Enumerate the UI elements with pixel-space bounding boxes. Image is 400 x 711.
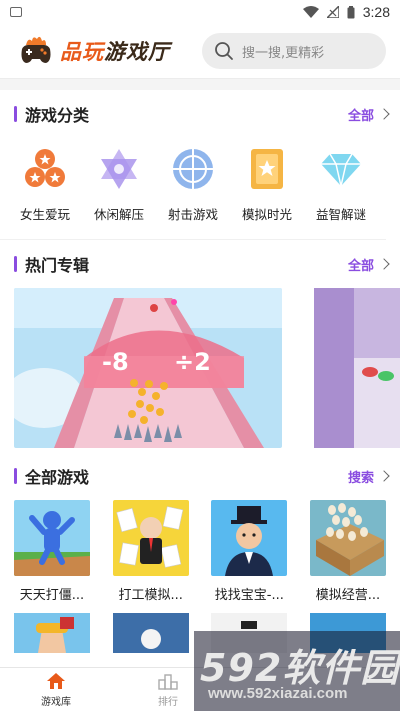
section-accent-bar [14, 468, 17, 484]
game-item[interactable]: 模拟经营... [309, 500, 386, 603]
category-item-shooting[interactable]: 射击游戏 [156, 142, 230, 239]
game-item[interactable]: 天天打僵... [14, 500, 90, 603]
search-bar[interactable]: 搜一搜,更精彩 [202, 33, 386, 69]
albums-title-text: 热门专辑 [25, 256, 90, 275]
game-item[interactable]: 打工模拟... [112, 500, 189, 603]
game-thumbnail[interactable] [112, 613, 189, 653]
games-search-link[interactable]: 搜索 [347, 467, 390, 486]
brand: 品玩游戏厅 [18, 35, 170, 67]
crosshair-icon [173, 149, 213, 189]
banner-minus-text: -8 [102, 348, 129, 376]
signal-icon [326, 6, 339, 18]
app-title: 品玩游戏厅 [60, 36, 170, 66]
categories-title-text: 游戏分类 [25, 106, 90, 125]
nav-label: 游戏库 [41, 696, 71, 708]
game-name: 模拟经营... [315, 588, 381, 603]
app-title-part-a: 品玩 [60, 40, 104, 64]
game-name: 打工模拟... [118, 588, 183, 603]
gallery-notification-icon [10, 7, 22, 17]
category-list: 女生爱玩 休闲解压 射击游戏 模拟时光 益智解谜 [0, 138, 386, 240]
status-bar: 3:28 [0, 0, 400, 24]
album-banner-next-image [314, 288, 400, 448]
category-item-simulation[interactable]: 模拟时光 [230, 142, 304, 239]
banner-divide-text: ÷2 [174, 348, 211, 376]
star-of-david-icon [101, 149, 137, 189]
album-carousel: -8 ÷2 [0, 288, 400, 448]
album-banner[interactable]: -8 ÷2 [14, 288, 282, 448]
chevron-right-icon [378, 258, 390, 270]
section-accent-bar [14, 256, 17, 272]
status-time: 3:28 [362, 4, 390, 20]
categories-all-label: 全部 [347, 108, 374, 124]
album-banner-next[interactable] [314, 288, 400, 448]
albums-all-link[interactable]: 全部 [347, 255, 390, 274]
star-card-icon [251, 149, 283, 189]
home-icon [47, 672, 65, 689]
category-label: 模拟时光 [241, 207, 292, 222]
game-thumbnail [309, 500, 386, 576]
diamond-icon [321, 153, 361, 187]
gamepad-fire-logo-icon [21, 36, 51, 63]
app-title-part-b: 游戏厅 [104, 40, 170, 64]
game-thumbnail [211, 500, 288, 576]
chevron-right-icon [378, 470, 390, 482]
ranking-podium-icon [158, 673, 178, 690]
games-search-label: 搜索 [347, 470, 374, 486]
category-label: 射击游戏 [167, 207, 218, 222]
search-icon [215, 42, 233, 60]
coins-icon [25, 149, 65, 187]
game-name: 找找宝宝-... [214, 588, 284, 603]
categories-all-link[interactable]: 全部 [347, 105, 390, 124]
category-label: 益智解谜 [315, 207, 366, 222]
categories-section-header: 游戏分类 全部 [0, 90, 400, 138]
nav-tab-game-library[interactable]: 游戏库 [0, 668, 112, 711]
albums-section-header: 热门专辑 全部 [0, 240, 400, 288]
header-divider [0, 78, 400, 90]
watermark-brand: 592软件园 [200, 646, 400, 690]
app-header: 品玩游戏厅 搜一搜,更精彩 [0, 24, 400, 78]
search-placeholder: 搜一搜,更精彩 [242, 45, 325, 61]
category-item-casual[interactable]: 休闲解压 [82, 142, 156, 239]
category-label: 女生爱玩 [19, 207, 70, 222]
chevron-right-icon [378, 108, 390, 120]
games-title: 全部游戏 [14, 464, 89, 488]
battery-icon [347, 5, 355, 18]
nav-label: 排行 [158, 696, 178, 708]
game-grid: 天天打僵... 打工模拟... 找找宝宝-... 模拟经营... [0, 500, 400, 603]
category-item-puzzle[interactable]: 益智解谜 [304, 142, 378, 239]
games-section-header: 全部游戏 搜索 [0, 452, 400, 500]
games-title-text: 全部游戏 [25, 468, 90, 487]
game-thumbnail [14, 500, 90, 576]
game-thumbnail[interactable] [14, 613, 90, 653]
status-left [10, 7, 22, 17]
watermark-url: www.592xiazai.com [208, 685, 348, 702]
wifi-icon [302, 6, 319, 18]
site-watermark: 592软件园 www.592xiazai.com [194, 631, 400, 711]
albums-title: 热门专辑 [14, 252, 89, 276]
section-accent-bar [14, 106, 17, 122]
game-thumbnail [112, 500, 189, 576]
albums-all-label: 全部 [347, 258, 374, 274]
game-name: 天天打僵... [19, 588, 85, 603]
category-item-girls[interactable]: 女生爱玩 [8, 142, 82, 239]
category-label: 休闲解压 [93, 207, 144, 222]
game-item[interactable]: 找找宝宝-... [211, 500, 288, 603]
categories-title: 游戏分类 [14, 102, 89, 126]
album-banner-image: -8 ÷2 [14, 288, 282, 448]
status-right: 3:28 [302, 4, 390, 20]
